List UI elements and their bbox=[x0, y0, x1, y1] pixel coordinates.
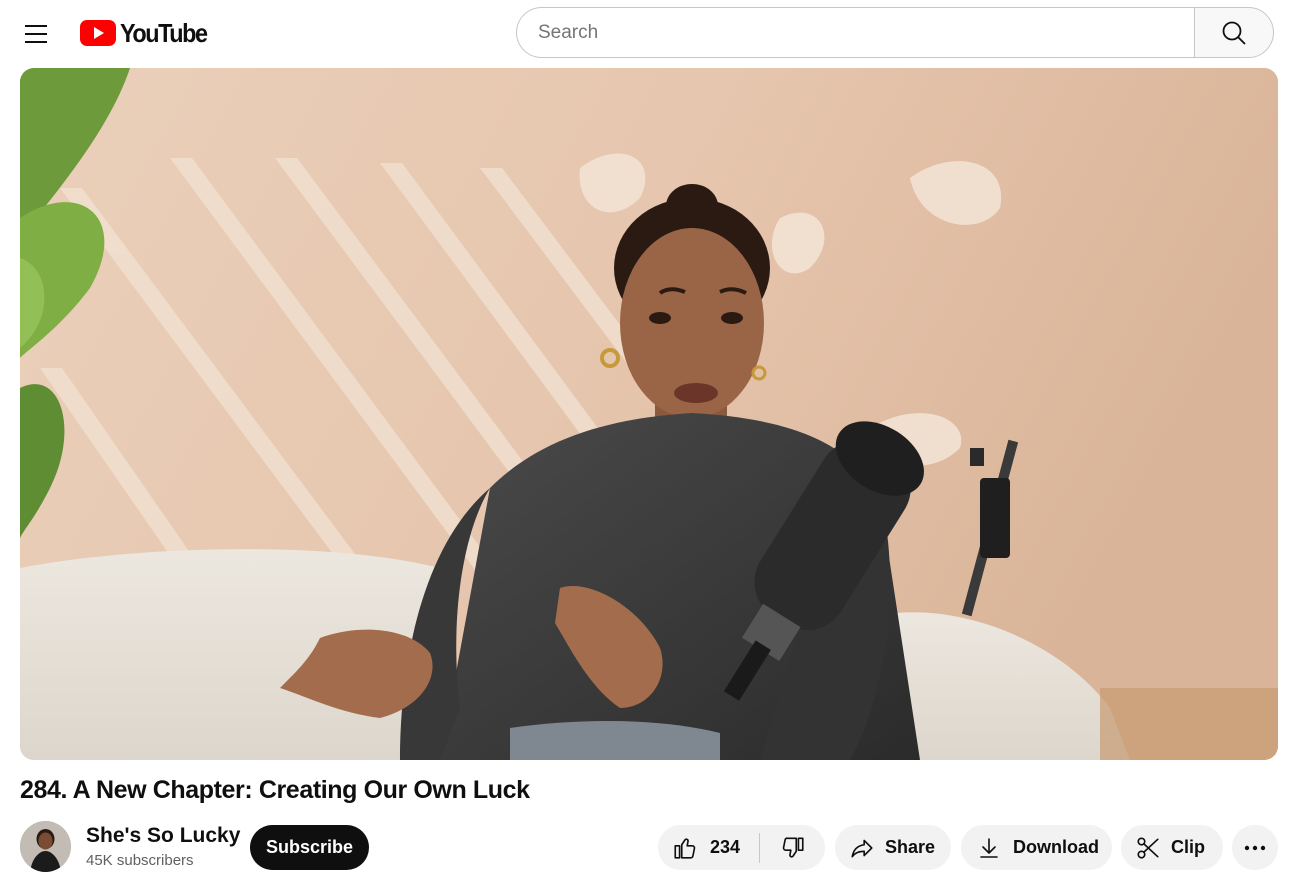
youtube-play-icon bbox=[80, 20, 116, 46]
thumb-down-icon bbox=[780, 835, 806, 861]
clip-button[interactable]: Clip bbox=[1121, 825, 1223, 870]
download-label: Download bbox=[1013, 837, 1099, 857]
masthead: YouTube bbox=[0, 0, 1292, 68]
video-title: 284. A New Chapter: Creating Our Own Luc… bbox=[20, 776, 530, 804]
subscriber-count: 45K subscribers bbox=[86, 852, 194, 869]
clip-label: Clip bbox=[1171, 837, 1205, 857]
like-dislike-group: 234 bbox=[658, 825, 825, 870]
search-bar[interactable] bbox=[516, 7, 1195, 58]
video-frame bbox=[20, 68, 1278, 760]
more-dots-icon bbox=[1244, 845, 1266, 851]
youtube-logo[interactable]: YouTube bbox=[80, 17, 216, 48]
download-button[interactable]: Download bbox=[961, 825, 1112, 870]
scissors-icon bbox=[1135, 835, 1161, 861]
thumb-up-icon bbox=[672, 835, 698, 861]
video-player[interactable] bbox=[20, 68, 1278, 760]
share-button[interactable]: Share bbox=[835, 825, 951, 870]
share-arrow-icon bbox=[849, 835, 875, 861]
more-actions-button[interactable] bbox=[1232, 825, 1278, 870]
like-count: 234 bbox=[710, 837, 741, 857]
search-input[interactable] bbox=[538, 21, 1195, 44]
download-icon bbox=[977, 836, 1001, 860]
channel-avatar[interactable] bbox=[20, 821, 71, 872]
like-button[interactable]: 234 bbox=[658, 825, 759, 870]
magnifier-icon bbox=[1222, 21, 1246, 44]
dislike-button[interactable] bbox=[760, 825, 825, 870]
share-label: Share bbox=[885, 837, 936, 857]
avatar-image bbox=[20, 821, 71, 872]
subscribe-button[interactable]: Subscribe bbox=[250, 825, 369, 870]
search-button[interactable] bbox=[1194, 7, 1274, 58]
logo-wordmark: YouTube bbox=[120, 17, 208, 48]
channel-name[interactable]: She's So Lucky bbox=[86, 824, 240, 848]
hamburger-menu-icon[interactable] bbox=[16, 14, 56, 54]
